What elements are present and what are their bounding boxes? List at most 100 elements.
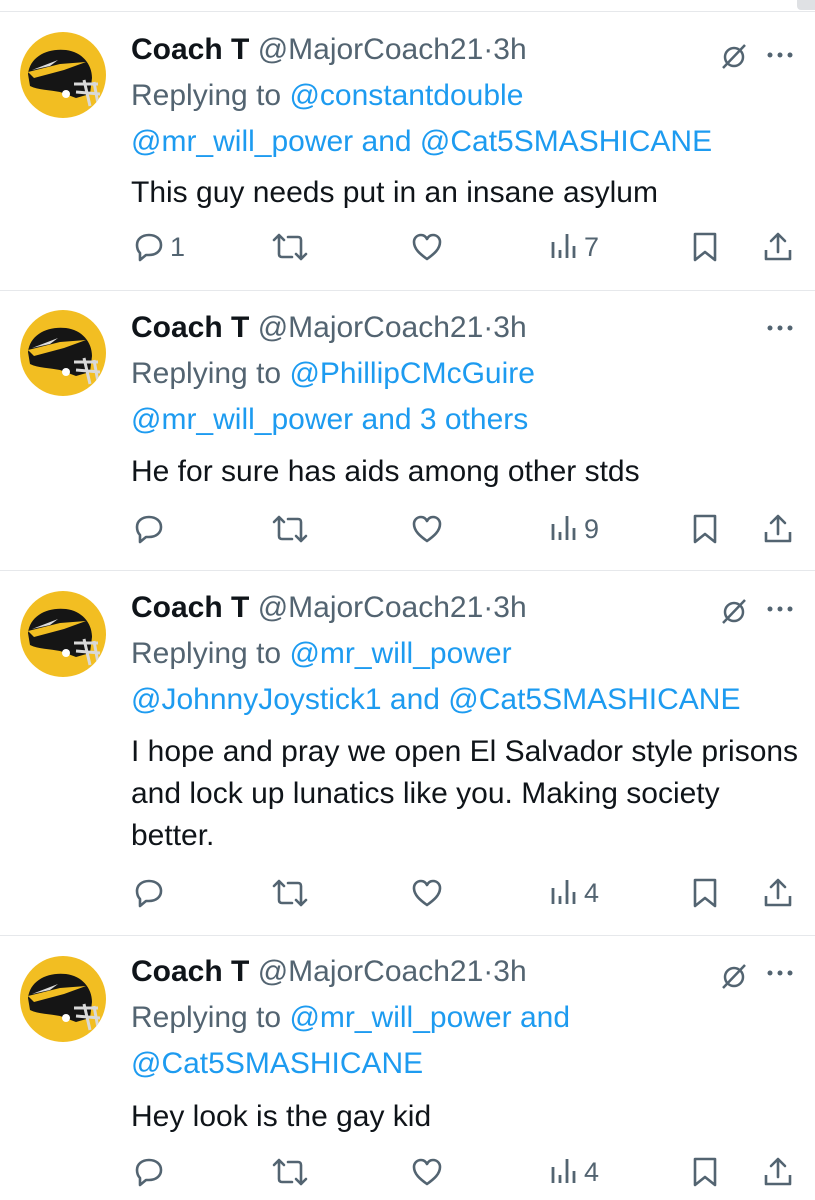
like-heart-icon bbox=[412, 515, 442, 543]
view-count: 9 bbox=[584, 514, 600, 544]
more-dots-icon[interactable] bbox=[764, 323, 796, 333]
timestamp[interactable]: 3h bbox=[493, 955, 526, 988]
bookmark-icon bbox=[693, 232, 717, 262]
football-helmet-icon bbox=[28, 608, 101, 666]
like-button[interactable] bbox=[410, 512, 444, 546]
bookmark-button[interactable] bbox=[690, 230, 720, 264]
mention-link[interactable]: @Cat5SMASHICANE bbox=[131, 1041, 423, 1087]
view-count: 4 bbox=[584, 878, 600, 908]
share-button[interactable] bbox=[762, 230, 794, 264]
user-handle[interactable]: @MajorCoach21 bbox=[258, 591, 484, 624]
reply-button[interactable] bbox=[132, 512, 170, 546]
like-heart-icon bbox=[412, 879, 442, 907]
mention-link[interactable]: @constantdouble bbox=[289, 79, 523, 112]
like-button[interactable] bbox=[410, 230, 444, 264]
more-dots-icon[interactable] bbox=[764, 604, 796, 614]
retweet-button[interactable] bbox=[270, 1155, 310, 1189]
views-bar-chart-icon bbox=[551, 234, 576, 258]
display-name[interactable]: Coach T bbox=[131, 955, 249, 988]
retweet-icon bbox=[272, 515, 308, 543]
share-button[interactable] bbox=[762, 876, 794, 910]
mention-link[interactable]: @JohnnyJoystick1 and @Cat5SMASHICANE bbox=[131, 677, 740, 723]
share-icon bbox=[764, 878, 792, 907]
muted-conversation-icon[interactable] bbox=[720, 42, 748, 70]
tweet-actions: 1 7 bbox=[0, 230, 815, 264]
display-name[interactable]: Coach T bbox=[131, 33, 249, 66]
tweet[interactable]: Coach T @MajorCoach21·3h Replying to @mr… bbox=[0, 936, 815, 1200]
football-helmet-icon bbox=[28, 327, 101, 385]
tweet[interactable]: Coach T @MajorCoach21·3h Replying to @co… bbox=[0, 12, 815, 291]
display-name[interactable]: Coach T bbox=[131, 591, 249, 624]
bookmark-button[interactable] bbox=[690, 512, 720, 546]
view-count: 7 bbox=[584, 232, 600, 262]
bookmark-icon bbox=[693, 1157, 717, 1187]
mention-link[interactable]: @mr_will_power and 3 others bbox=[131, 397, 528, 443]
more-dots-icon[interactable] bbox=[764, 50, 796, 60]
avatar[interactable] bbox=[20, 310, 106, 396]
mention-link[interactable]: @mr_will_power and @Cat5SMASHICANE bbox=[131, 119, 712, 165]
avatar[interactable] bbox=[20, 591, 106, 677]
display-name[interactable]: Coach T bbox=[131, 311, 249, 344]
share-icon bbox=[764, 514, 792, 543]
retweet-button[interactable] bbox=[270, 876, 310, 910]
like-button[interactable] bbox=[410, 1155, 444, 1189]
views-button[interactable]: 7 bbox=[548, 230, 599, 264]
tweet-header: Coach T @MajorCoach21·3h bbox=[131, 310, 527, 346]
reply-button[interactable]: 1 bbox=[132, 230, 185, 264]
like-button[interactable] bbox=[410, 876, 444, 910]
timestamp[interactable]: 3h bbox=[493, 591, 526, 624]
retweet-icon bbox=[272, 879, 308, 907]
corner-mark bbox=[797, 0, 815, 10]
avatar[interactable] bbox=[20, 956, 106, 1042]
muted-conversation-icon[interactable] bbox=[720, 597, 748, 625]
separator-dot: · bbox=[483, 591, 494, 624]
views-button[interactable]: 4 bbox=[548, 1155, 599, 1189]
bookmark-icon bbox=[693, 514, 717, 544]
muted-conversation-icon[interactable] bbox=[720, 962, 748, 990]
mention-link[interactable]: @PhillipCMcGuire bbox=[289, 357, 535, 390]
reply-count: 1 bbox=[170, 232, 186, 262]
replying-to: Replying to @mr_will_power and bbox=[131, 995, 570, 1041]
bookmark-icon bbox=[693, 878, 717, 908]
retweet-icon bbox=[272, 1158, 308, 1186]
replying-to-label: Replying to bbox=[131, 1001, 290, 1034]
tweet-actions: 4 bbox=[0, 876, 815, 910]
views-button[interactable]: 9 bbox=[548, 512, 599, 546]
reply-icon bbox=[135, 233, 163, 262]
timestamp[interactable]: 3h bbox=[493, 311, 526, 344]
retweet-button[interactable] bbox=[270, 512, 310, 546]
replying-to-label: Replying to bbox=[131, 79, 290, 112]
views-button[interactable]: 4 bbox=[548, 876, 599, 910]
tweet[interactable]: Coach T @MajorCoach21·3h Replying to @Ph… bbox=[0, 291, 815, 571]
share-button[interactable] bbox=[762, 512, 794, 546]
separator-dot: · bbox=[483, 33, 494, 66]
tweet-header: Coach T @MajorCoach21·3h bbox=[131, 954, 527, 990]
mention-link[interactable]: @mr_will_power and bbox=[289, 1001, 570, 1034]
bookmark-button[interactable] bbox=[690, 1155, 720, 1189]
football-helmet-icon bbox=[28, 49, 101, 107]
tweet[interactable]: Coach T @MajorCoach21·3h Replying to @mr… bbox=[0, 571, 815, 936]
reply-button[interactable] bbox=[132, 1155, 170, 1189]
replying-to: Replying to @PhillipCMcGuire bbox=[131, 351, 535, 397]
separator-dot: · bbox=[483, 955, 494, 988]
user-handle[interactable]: @MajorCoach21 bbox=[258, 955, 484, 988]
more-dots-icon[interactable] bbox=[764, 968, 796, 978]
tweet-text: I hope and pray we open El Salvador styl… bbox=[131, 735, 799, 852]
user-handle[interactable]: @MajorCoach21 bbox=[258, 33, 484, 66]
like-heart-icon bbox=[412, 233, 442, 261]
retweet-button[interactable] bbox=[270, 230, 310, 264]
football-helmet-icon bbox=[28, 973, 101, 1031]
user-handle[interactable]: @MajorCoach21 bbox=[258, 311, 484, 344]
tweet-text: Hey look is the gay kid bbox=[131, 1100, 432, 1133]
reply-icon bbox=[135, 515, 163, 544]
tweet-header: Coach T @MajorCoach21·3h bbox=[131, 590, 527, 626]
share-icon bbox=[764, 1157, 792, 1186]
timestamp[interactable]: 3h bbox=[493, 33, 526, 66]
like-heart-icon bbox=[412, 1158, 442, 1186]
avatar[interactable] bbox=[20, 32, 106, 118]
reply-button[interactable] bbox=[132, 876, 170, 910]
replying-to: Replying to @constantdouble bbox=[131, 73, 523, 119]
share-button[interactable] bbox=[762, 1155, 794, 1189]
bookmark-button[interactable] bbox=[690, 876, 720, 910]
mention-link[interactable]: @mr_will_power bbox=[289, 637, 511, 670]
